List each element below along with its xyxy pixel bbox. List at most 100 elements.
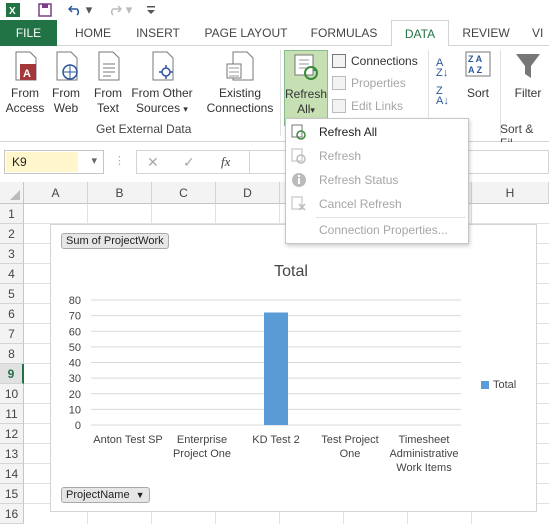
refresh-icon	[291, 148, 307, 164]
column-header[interactable]: C	[152, 182, 216, 204]
edit-links-button[interactable]: Edit Links	[332, 96, 403, 116]
menu-item-label: Connection Properties...	[319, 223, 448, 237]
sort-button[interactable]: Z AA Z Sort	[460, 50, 496, 126]
ribbon-separator	[280, 50, 281, 136]
y-tick-label: 60	[69, 326, 81, 338]
row-header[interactable]: 13	[0, 444, 24, 464]
menu-item-connection-properties[interactable]: Connection Properties...	[286, 219, 468, 241]
column-header[interactable]: A	[24, 182, 88, 204]
chart-plot-area: 0 10 20 30 40 50 60 70 80 Anton Test SP Enterprise…	[69, 295, 461, 474]
from-access-button[interactable]: A From Access	[4, 50, 46, 126]
row-header[interactable]: 10	[0, 384, 24, 404]
y-tick-label: 70	[69, 311, 81, 323]
x-tick-label: KD Test 2	[252, 434, 300, 446]
get-external-data-group-label: Get External Data	[96, 122, 192, 136]
tab-data[interactable]: DATA	[391, 20, 449, 47]
menu-item-label: Refresh All	[319, 125, 378, 139]
row-header[interactable]: 3	[0, 244, 24, 264]
chart-legend: Total	[481, 379, 516, 391]
sort-z-a-button[interactable]: Z A↓	[436, 85, 449, 107]
undo-icon[interactable]	[66, 1, 84, 19]
legend-swatch	[481, 381, 489, 389]
menu-item-cancel-refresh[interactable]: Cancel Refresh	[286, 193, 468, 215]
filter-button[interactable]: Filter	[510, 50, 546, 126]
y-tick-label: 30	[69, 373, 81, 385]
undo-dropdown-icon[interactable]: ▾	[84, 1, 94, 19]
row-header[interactable]: 15	[0, 484, 24, 504]
from-text-button[interactable]: From Text	[88, 50, 128, 126]
refresh-all-dropdown-menu: Refresh All Refresh Refresh Status Cance…	[285, 118, 469, 244]
properties-button[interactable]: Properties	[332, 73, 406, 93]
row-header[interactable]: 6	[0, 304, 24, 324]
properties-icon	[332, 76, 346, 90]
tab-review[interactable]: REVIEW	[458, 20, 514, 46]
from-other-sources-button[interactable]: From Other Sources ▾	[130, 50, 194, 126]
row-header-selected[interactable]: 9	[0, 364, 24, 384]
from-web-button[interactable]: From Web	[48, 50, 84, 126]
cancel-icon[interactable]: ✕	[147, 154, 159, 171]
sort-z-a-icon: Z A↓	[436, 85, 449, 107]
svg-text:A: A	[23, 68, 31, 80]
menu-item-refresh[interactable]: Refresh	[286, 145, 468, 167]
column-header[interactable]: B	[88, 182, 152, 204]
x-tick-label: Test Project One	[321, 434, 378, 460]
edit-links-label: Edit Links	[351, 99, 404, 113]
menu-item-refresh-all[interactable]: Refresh All	[286, 121, 468, 143]
refresh-all-button[interactable]: Refresh All▾	[284, 50, 328, 126]
enter-check-icon[interactable]: ✓	[183, 154, 195, 171]
column-header[interactable]: H	[472, 182, 549, 204]
access-database-icon: A	[10, 50, 40, 82]
y-tick-label: 10	[69, 404, 81, 416]
name-box[interactable]: K9 ▾	[4, 150, 104, 174]
redo-icon[interactable]	[106, 1, 124, 19]
chain-link-icon	[332, 99, 346, 113]
redo-dropdown-icon[interactable]: ▾	[124, 1, 134, 19]
customize-qat-icon[interactable]	[146, 1, 156, 19]
from-web-label: From Web	[52, 86, 80, 115]
row-header[interactable]: 11	[0, 404, 24, 424]
menu-item-label: Cancel Refresh	[319, 197, 402, 211]
pivot-chart[interactable]: Sum of ProjectWork Total 0 10 20 30 40 50 60 70…	[50, 224, 537, 512]
formula-bar-splitter-icon[interactable]: ⋮	[114, 154, 125, 167]
existing-connections-label-2: Connections	[206, 101, 274, 115]
menu-item-refresh-status[interactable]: Refresh Status	[286, 169, 468, 191]
menu-item-label: Refresh Status	[319, 173, 399, 187]
menu-item-label: Refresh	[319, 149, 362, 163]
refresh-all-label-1: Refresh	[285, 87, 328, 101]
tab-insert[interactable]: INSERT	[130, 20, 186, 46]
row-header[interactable]: 2	[0, 224, 24, 244]
excel-app-icon: X	[4, 1, 22, 19]
svg-text:X: X	[9, 6, 16, 17]
row-header[interactable]: 5	[0, 284, 24, 304]
row-header[interactable]: 8	[0, 344, 24, 364]
column-header[interactable]: D	[216, 182, 280, 204]
tab-home[interactable]: HOME	[68, 20, 118, 46]
tab-formulas[interactable]: FORMULAS	[304, 20, 384, 46]
tab-view[interactable]: VI	[532, 20, 549, 46]
connections-button[interactable]: Connections	[332, 51, 418, 71]
row-header[interactable]: 4	[0, 264, 24, 284]
row-header[interactable]: 14	[0, 464, 24, 484]
select-all-corner[interactable]	[0, 182, 24, 204]
tab-file[interactable]: FILE	[0, 20, 57, 46]
existing-connections-button[interactable]: Existing Connections	[204, 50, 276, 126]
row-header[interactable]: 12	[0, 424, 24, 444]
bar	[264, 312, 288, 425]
chevron-down-icon[interactable]: ▾	[91, 154, 97, 167]
connections-label: Connections	[351, 54, 418, 68]
row-header[interactable]: 16	[0, 504, 24, 524]
save-icon[interactable]	[36, 1, 54, 19]
refresh-all-icon	[291, 124, 307, 140]
refresh-all-icon	[291, 51, 321, 83]
svg-text:Z A: Z A	[468, 54, 483, 64]
filter-funnel-icon	[513, 50, 543, 82]
row-header[interactable]: 1	[0, 204, 24, 224]
insert-function-icon[interactable]: fx	[221, 154, 230, 170]
connections-icon	[332, 54, 346, 68]
refresh-all-label-2: All	[297, 102, 311, 116]
row-header[interactable]: 7	[0, 324, 24, 344]
sort-a-z-button[interactable]: A Z↓	[436, 58, 448, 79]
axis-field-button[interactable]: ProjectName ▼	[61, 487, 150, 503]
existing-connections-icon	[225, 50, 255, 82]
tab-page-layout[interactable]: PAGE LAYOUT	[198, 20, 294, 46]
